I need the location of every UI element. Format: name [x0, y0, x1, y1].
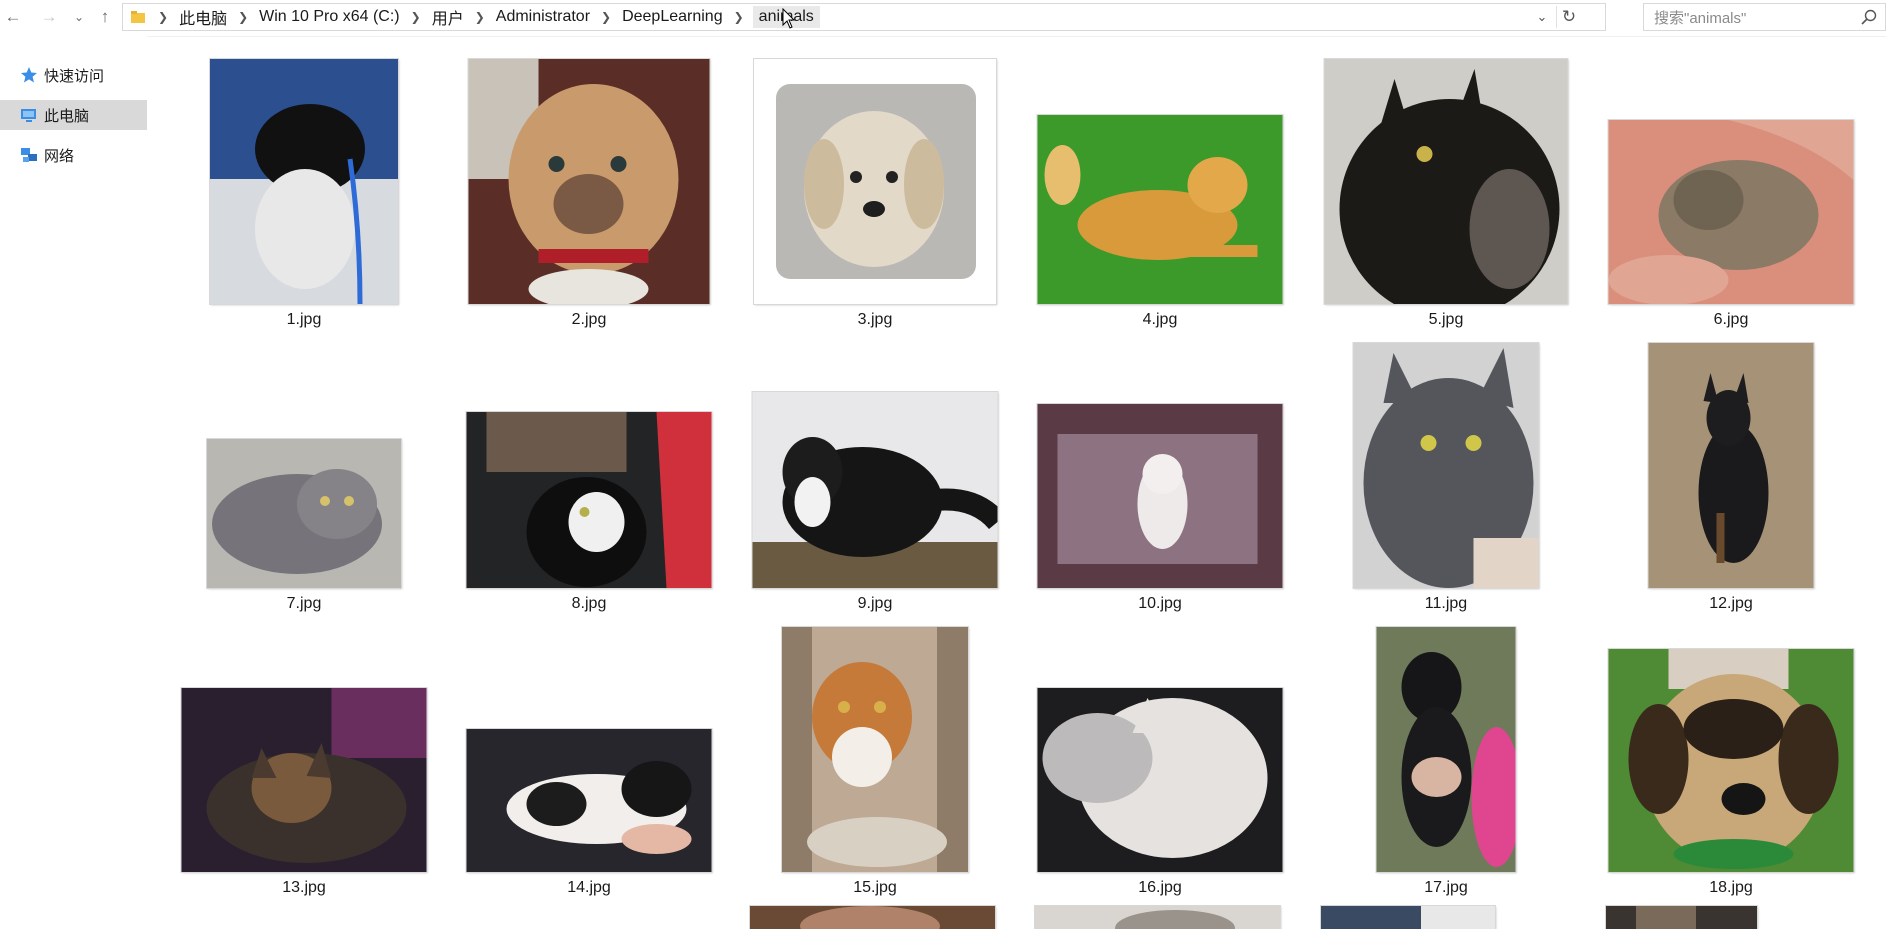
sidebar-item-network[interactable]: 网络 — [0, 140, 147, 170]
thumbnail-image — [1608, 649, 1854, 872]
file-item[interactable]: 2.jpg — [464, 54, 714, 328]
file-item[interactable]: 4.jpg — [1035, 54, 1285, 328]
file-item[interactable]: 14.jpg — [464, 622, 714, 896]
up-arrow-icon[interactable]: ↑ — [94, 6, 116, 28]
forward-arrow-icon[interactable]: → — [38, 6, 60, 28]
file-name: 14.jpg — [567, 879, 611, 896]
file-name: 8.jpg — [571, 595, 607, 612]
chevron-right-icon[interactable]: ❯ — [734, 10, 744, 24]
thumbnail-image — [181, 688, 427, 872]
chevron-right-icon[interactable]: ❯ — [475, 10, 485, 24]
thumbnail-image — [466, 729, 712, 872]
file-item[interactable]: 13.jpg — [179, 622, 429, 896]
file-item[interactable]: 11.jpg — [1321, 338, 1571, 612]
path-box[interactable]: ❯ 此电脑 ❯ Win 10 Pro x64 (C:) ❯ 用户 ❯ Admin… — [122, 3, 1606, 31]
file-item[interactable]: 9.jpg — [750, 338, 1000, 612]
file-name: 10.jpg — [1138, 595, 1182, 612]
file-name: 4.jpg — [1142, 311, 1178, 328]
chevron-right-icon[interactable]: ❯ — [601, 10, 611, 24]
thumbnail-image — [754, 59, 996, 304]
thumbnail-image — [1037, 404, 1283, 588]
search-input[interactable] — [1652, 7, 1856, 29]
thumbnail-image — [1606, 906, 1757, 929]
chevron-right-icon[interactable]: ❯ — [158, 10, 168, 24]
file-item[interactable]: 3.jpg — [750, 54, 1000, 328]
thumbnail-image — [782, 627, 968, 872]
file-name: 2.jpg — [571, 311, 607, 328]
file-item[interactable]: 1.jpg — [179, 54, 429, 328]
folder-icon — [131, 11, 145, 23]
file-list: 1.jpg 2.jpg 3.jpg 4.jpg 5.jpg 6.jpg 7.jp… — [147, 36, 1886, 929]
file-name: 7.jpg — [286, 595, 322, 612]
sidebar-item-label: 此电脑 — [44, 107, 90, 125]
file-name: 12.jpg — [1709, 595, 1753, 612]
sidebar-item-label: 快速访问 — [44, 67, 105, 85]
computer-icon — [21, 109, 36, 122]
thumbnail-image — [1324, 59, 1568, 304]
sidebar-item-label: 网络 — [44, 147, 75, 165]
file-name: 16.jpg — [1138, 879, 1182, 896]
refresh-icon[interactable]: ↻ — [1556, 6, 1581, 28]
file-item[interactable]: 6.jpg — [1606, 54, 1856, 328]
breadcrumb-users[interactable]: 用户 — [430, 5, 466, 29]
star-icon — [21, 67, 37, 83]
file-item[interactable]: 15.jpg — [750, 622, 1000, 896]
breadcrumb-drive-c[interactable]: Win 10 Pro x64 (C:) — [257, 8, 401, 26]
file-name: 11.jpg — [1424, 595, 1468, 612]
thumbnail-image — [468, 59, 710, 304]
file-name: 3.jpg — [857, 311, 893, 328]
chevron-right-icon[interactable]: ❯ — [238, 10, 248, 24]
thumbnail-image — [1376, 627, 1516, 872]
breadcrumb-administrator[interactable]: Administrator — [494, 8, 592, 26]
file-name: 1.jpg — [286, 311, 322, 328]
file-item[interactable]: 7.jpg — [179, 338, 429, 612]
file-item[interactable]: 17.jpg — [1321, 622, 1571, 896]
recent-dropdown-icon[interactable]: ⌄ — [68, 6, 90, 28]
file-item[interactable]: 10.jpg — [1035, 338, 1285, 612]
thumbnail-image — [1608, 120, 1854, 304]
thumbnail-image — [750, 906, 995, 929]
thumbnail-image — [210, 59, 398, 304]
sidebar-item-this-pc[interactable]: 此电脑 — [0, 100, 147, 130]
file-item[interactable]: 8.jpg — [464, 338, 714, 612]
file-item[interactable]: 5.jpg — [1321, 54, 1571, 328]
thumbnail-image — [1037, 688, 1283, 872]
file-name: 9.jpg — [857, 595, 893, 612]
file-item[interactable]: 18.jpg — [1606, 622, 1856, 896]
network-icon — [21, 148, 37, 162]
thumbnail-image — [1035, 906, 1280, 929]
file-name: 18.jpg — [1709, 879, 1753, 896]
sidebar-item-quick-access[interactable]: 快速访问 — [0, 60, 147, 90]
file-name: 6.jpg — [1713, 311, 1749, 328]
thumbnail-image — [207, 439, 401, 588]
file-name: 17.jpg — [1424, 879, 1468, 896]
search-icon[interactable] — [1861, 9, 1877, 25]
search-box[interactable] — [1643, 3, 1886, 31]
file-name: 15.jpg — [853, 879, 897, 896]
file-name: 5.jpg — [1428, 311, 1464, 328]
back-arrow-icon[interactable]: ← — [2, 6, 24, 28]
breadcrumb-this-pc[interactable]: 此电脑 — [177, 5, 229, 29]
mouse-cursor-icon — [782, 8, 796, 29]
thumbnail-image — [1321, 906, 1495, 929]
chevron-right-icon[interactable]: ❯ — [411, 10, 421, 24]
file-item[interactable]: 16.jpg — [1035, 622, 1285, 896]
chevron-down-icon[interactable]: ⌄ — [1533, 8, 1551, 26]
thumbnail-image — [466, 412, 712, 588]
thumbnail-image — [1648, 343, 1814, 588]
thumbnail-image — [752, 392, 998, 588]
navigation-pane: 快速访问 此电脑 网络 — [0, 36, 147, 929]
breadcrumb-deeplearning[interactable]: DeepLearning — [620, 8, 725, 26]
breadcrumb: ❯ 此电脑 ❯ Win 10 Pro x64 (C:) ❯ 用户 ❯ Admin… — [149, 4, 820, 30]
address-bar: ← → ⌄ ↑ ❯ 此电脑 ❯ Win 10 Pro x64 (C:) ❯ 用户… — [0, 0, 1886, 37]
file-name: 13.jpg — [282, 879, 326, 896]
thumbnail-image — [1353, 343, 1539, 588]
thumbnail-image — [1037, 115, 1283, 304]
file-item[interactable]: 12.jpg — [1606, 338, 1856, 612]
